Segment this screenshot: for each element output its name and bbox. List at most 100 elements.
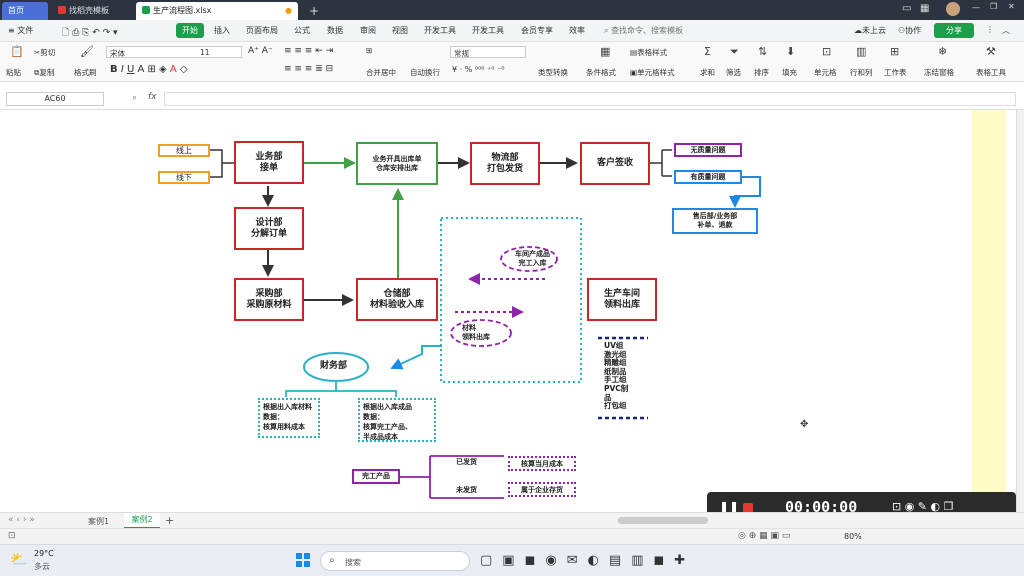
align-buttons-2[interactable]: ≡ ≡ ≡ ≣ ⊟ xyxy=(284,64,333,74)
filter-button[interactable]: 筛选 xyxy=(726,67,741,78)
filter-icon[interactable]: ⏷ xyxy=(730,46,739,58)
number-buttons[interactable]: ¥ · % ⁰⁰⁰ ⁺⁰ ⁻⁰ xyxy=(452,65,504,74)
view-mode-icons[interactable]: ◎ ⊕ ▦ ▣ ▭ xyxy=(738,531,790,541)
sheet-tab-1[interactable]: 案例1 xyxy=(88,516,109,527)
format-painter-icon[interactable]: 🖌 xyxy=(80,46,94,58)
copy-button[interactable]: ⧉复制 xyxy=(34,67,54,78)
number-format-select[interactable]: 常规 xyxy=(450,46,526,58)
menu-insert[interactable]: 插入 xyxy=(214,25,230,36)
tab-file[interactable]: 生产流程图.xlsx ● xyxy=(136,2,298,20)
sheet-tab-2[interactable]: 案例2 xyxy=(124,513,160,529)
vertical-scrollbar[interactable] xyxy=(1016,110,1024,512)
table-style-button[interactable]: ▤表格样式 xyxy=(630,47,667,58)
type-convert-button[interactable]: 类型转换 xyxy=(538,67,568,78)
cell-style-button[interactable]: ▣单元格样式 xyxy=(630,67,675,78)
restore-icon[interactable]: ❐ xyxy=(990,2,997,11)
windows-start-icon[interactable] xyxy=(296,553,310,567)
minimize-icon[interactable]: — xyxy=(972,3,980,12)
weather-icon[interactable]: ⛅ xyxy=(10,552,27,568)
sort-button[interactable]: 排序 xyxy=(754,67,769,78)
align-buttons[interactable]: ≡ ≡ ≡ ⇤ ⇥ xyxy=(284,46,333,56)
node-issue[interactable]: 业务开具出库单 仓库安排出库 xyxy=(356,142,438,185)
tools-icon[interactable]: ⚒ xyxy=(986,46,996,58)
taskbar-search[interactable]: ⌕ 搜索 xyxy=(320,551,470,571)
rowcol-icon[interactable]: ▥ xyxy=(856,46,866,58)
node-calc-product[interactable]: 根据出入库成品 数据： 核算完工产品、 半成品成本 xyxy=(358,398,436,442)
menu-dev-tools-2[interactable]: 开发工具 xyxy=(472,25,504,36)
menu-dev-tools[interactable]: 开发工具 xyxy=(424,25,456,36)
freeze-icon[interactable]: ❄ xyxy=(938,46,947,58)
zoom-formula-icon[interactable]: ⌕ xyxy=(132,93,137,103)
cloud-status[interactable]: ☁未上云 xyxy=(854,25,886,36)
weather-temp[interactable]: 29°C xyxy=(34,549,54,558)
search-input[interactable]: ⌕ 查找命令、搜索模板 xyxy=(604,25,683,36)
menu-view[interactable]: 视图 xyxy=(392,25,408,36)
taskbar-app-icons[interactable]: ▢▣◼◉✉◐▤▥◼✚ xyxy=(480,553,695,568)
node-noquality[interactable]: 无质量问题 xyxy=(674,143,742,157)
new-tab-button[interactable]: + xyxy=(303,2,319,20)
sheet-button[interactable]: 工作表 xyxy=(884,67,907,78)
cut-button[interactable]: ✂剪切 xyxy=(34,47,55,58)
node-inventory[interactable]: 属于企业存货 xyxy=(508,482,576,497)
node-cost-month[interactable]: 核算当月成本 xyxy=(508,456,576,471)
sheet-nav-icons[interactable]: « ‹ › » xyxy=(8,515,35,525)
macro-icon[interactable]: ⊡ xyxy=(8,531,16,541)
menu-data[interactable]: 数据 xyxy=(327,25,343,36)
cell-button[interactable]: 单元格 xyxy=(814,67,837,78)
formula-input[interactable] xyxy=(164,92,1016,106)
menu-efficiency[interactable]: 效率 xyxy=(569,25,585,36)
collapse-ribbon-icon[interactable]: ︿ xyxy=(1002,25,1010,36)
merge-icon[interactable]: ⊞ xyxy=(366,46,372,55)
node-sales[interactable]: 业务部 接单 xyxy=(234,141,304,184)
wrap-button[interactable]: 自动换行 xyxy=(410,67,440,78)
cell-icon[interactable]: ⊡ xyxy=(822,46,831,58)
cond-format-button[interactable]: 条件格式 xyxy=(586,67,616,78)
text-style-buttons[interactable]: B I U A ⊞ ◈ A ◇ xyxy=(110,64,188,75)
tools-button[interactable]: 表格工具 xyxy=(976,67,1006,78)
node-finance[interactable]: 财务部 xyxy=(320,362,347,371)
window-layout-icon[interactable]: ▭ xyxy=(902,3,911,14)
name-box[interactable]: AC60 xyxy=(6,92,104,106)
menu-file[interactable]: ≡ 文件 xyxy=(8,25,33,36)
sheet-icon[interactable]: ⊞ xyxy=(890,46,899,58)
sum-icon[interactable]: Σ xyxy=(704,46,711,58)
share-button[interactable]: 分享 xyxy=(934,23,974,38)
sort-icon[interactable]: ⇅ xyxy=(758,46,767,58)
avatar[interactable] xyxy=(946,2,960,16)
more-menu-icon[interactable]: ⋮ xyxy=(986,25,994,34)
menu-review[interactable]: 审阅 xyxy=(360,25,376,36)
menu-formula[interactable]: 公式 xyxy=(294,25,310,36)
paste-button[interactable]: 粘贴 xyxy=(6,67,21,78)
node-offline[interactable]: 线下 xyxy=(158,171,210,184)
node-purchase[interactable]: 采购部 采购原材料 xyxy=(234,278,304,321)
fx-button[interactable]: fx xyxy=(148,92,157,102)
horizontal-scrollbar[interactable] xyxy=(618,517,708,524)
format-painter-button[interactable]: 格式刷 xyxy=(74,67,97,78)
font-grow-shrink[interactable]: A⁺ A⁻ xyxy=(248,46,273,56)
menu-member[interactable]: 会员专享 xyxy=(521,25,553,36)
node-production[interactable]: 生产车间 领料出库 xyxy=(587,278,657,321)
add-sheet-button[interactable]: + xyxy=(165,514,174,527)
node-warehouse[interactable]: 仓储部 材料验收入库 xyxy=(356,278,438,321)
zoom-level[interactable]: 80% xyxy=(844,532,862,541)
menu-layout[interactable]: 页面布局 xyxy=(246,25,278,36)
tab-home[interactable]: 首页 xyxy=(2,2,48,20)
menu-start[interactable]: 开始 xyxy=(176,23,204,38)
node-online[interactable]: 线上 xyxy=(158,144,210,157)
quick-access-icons[interactable]: 🗋 ⎙ ⎘ ↶ ↷ ▾ xyxy=(62,25,118,41)
node-logistics[interactable]: 物流部 打包发货 xyxy=(470,142,540,185)
rowcol-button[interactable]: 行和列 xyxy=(850,67,873,78)
sum-button[interactable]: 求和 xyxy=(700,67,715,78)
node-quality[interactable]: 有质量问题 xyxy=(674,170,742,184)
fill-button[interactable]: 填充 xyxy=(782,67,797,78)
node-calc-material[interactable]: 根据出入库材料 数据： 核算用料成本 xyxy=(258,398,320,438)
collab-button[interactable]: ⚇协作 xyxy=(898,25,921,36)
close-icon[interactable]: ✕ xyxy=(1008,2,1015,11)
node-aftersales[interactable]: 售后部/业务部 补单、退款 xyxy=(672,208,758,234)
node-design[interactable]: 设计部 分解订单 xyxy=(234,207,304,250)
merge-button[interactable]: 合并居中 xyxy=(366,67,396,78)
node-customer[interactable]: 客户签收 xyxy=(580,142,650,185)
grid-icon[interactable]: ▦ xyxy=(920,3,929,14)
font-select[interactable]: 宋体 11 xyxy=(106,46,242,58)
freeze-button[interactable]: 冻结窗格 xyxy=(924,67,954,78)
